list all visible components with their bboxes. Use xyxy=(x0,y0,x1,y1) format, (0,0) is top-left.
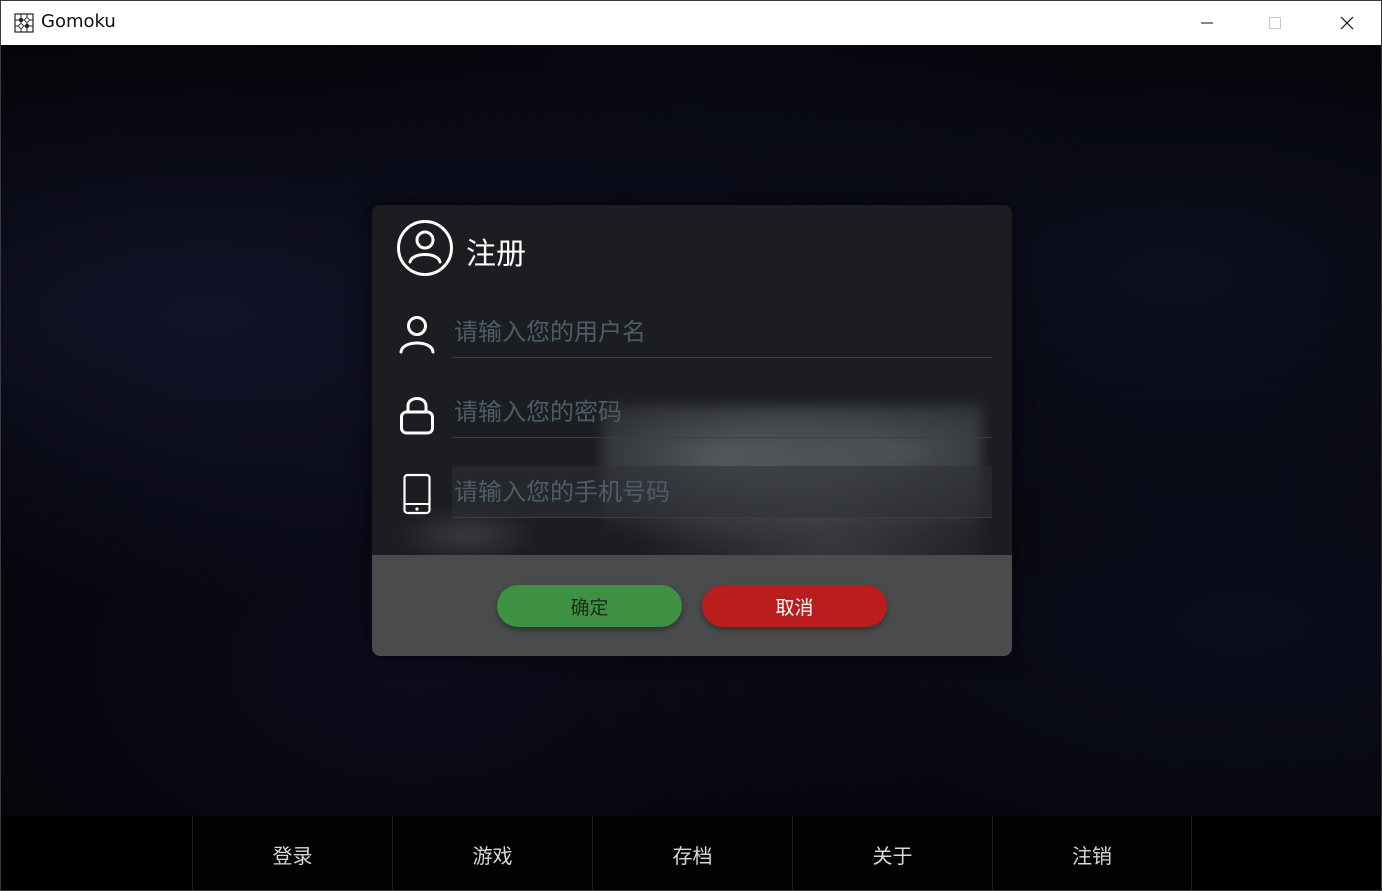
app-window: Gomoku 注册 请输入您的用户名 请输入您的手机号码 确定 取消 登录 游戏… xyxy=(0,0,1382,891)
nav-item-logout[interactable]: 注销 xyxy=(992,816,1192,890)
password-input[interactable] xyxy=(452,386,992,438)
dialog-button-bar: 确定 取消 xyxy=(372,555,1012,656)
cancel-button[interactable]: 取消 xyxy=(702,585,887,627)
minimize-icon xyxy=(1201,22,1213,24)
register-dialog: 注册 确定 取消 xyxy=(372,205,1012,656)
phone-input[interactable] xyxy=(452,466,992,518)
username-input[interactable] xyxy=(452,306,992,358)
phone-icon xyxy=(403,473,431,515)
phone-row xyxy=(372,466,1012,522)
nav-item-save[interactable]: 存档 xyxy=(592,816,792,890)
maximize-icon xyxy=(1269,17,1281,29)
nav-item-about[interactable]: 关于 xyxy=(792,816,992,890)
bottom-nav: 登录 游戏 存档 关于 注销 xyxy=(1,816,1381,890)
close-button[interactable] xyxy=(1311,1,1381,45)
dialog-title: 注册 xyxy=(466,237,526,272)
gomoku-board-icon xyxy=(14,13,34,33)
title-bar: Gomoku xyxy=(1,1,1381,45)
close-icon xyxy=(1340,16,1354,30)
confirm-button[interactable]: 确定 xyxy=(497,585,682,627)
window-title: Gomoku xyxy=(41,11,116,32)
nav-item-login[interactable]: 登录 xyxy=(192,816,392,890)
password-row xyxy=(372,386,1012,442)
maximize-button[interactable] xyxy=(1241,1,1309,45)
minimize-button[interactable] xyxy=(1173,1,1241,45)
user-circle-icon xyxy=(397,220,453,276)
lock-icon xyxy=(400,397,434,435)
user-icon xyxy=(399,316,435,354)
username-row xyxy=(372,306,1012,362)
nav-item-game[interactable]: 游戏 xyxy=(392,816,592,890)
